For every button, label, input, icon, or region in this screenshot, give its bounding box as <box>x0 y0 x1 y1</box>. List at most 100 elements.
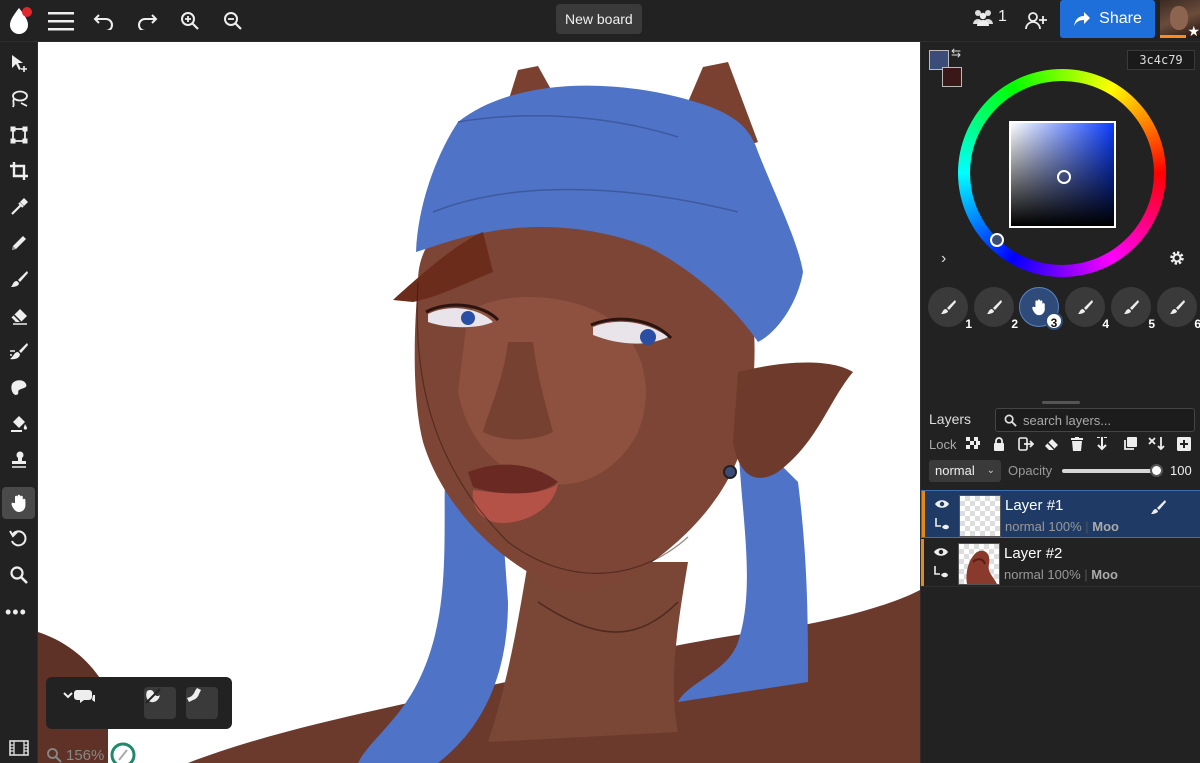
clipping-icon[interactable] <box>933 565 949 584</box>
secondary-color-swatch[interactable] <box>942 67 962 87</box>
layer-thumbnail <box>959 495 1001 537</box>
layer-name: Layer #2 <box>1004 545 1063 562</box>
brush-slot-3[interactable]: 3 <box>1019 287 1063 330</box>
swap-colors-icon[interactable]: ⇆ <box>951 46 961 60</box>
share-icon <box>1074 12 1091 26</box>
add-layer-icon[interactable] <box>1174 435 1194 453</box>
eraser-tool-icon[interactable] <box>2 299 35 331</box>
zoom-out-icon[interactable] <box>217 5 249 37</box>
chevron-right-icon[interactable]: › <box>941 250 946 268</box>
menu-icon[interactable] <box>45 5 77 37</box>
brush-tool-icon[interactable] <box>2 263 35 295</box>
more-tools-icon[interactable]: ••• <box>5 602 27 623</box>
lasso-tool-icon[interactable] <box>2 83 35 115</box>
layer-meta: normal 100% | Moo <box>1005 519 1119 534</box>
brush-icon <box>1150 499 1166 520</box>
call-button[interactable] <box>186 687 218 719</box>
filmstrip-icon[interactable] <box>2 732 35 763</box>
zoom-indicator[interactable]: 156% <box>46 740 138 763</box>
brush-slot-4[interactable]: 4 <box>1065 287 1109 331</box>
brush-slot-5[interactable]: 5 <box>1111 287 1155 331</box>
brush-slot-number: 2 <box>1011 317 1018 331</box>
brush-icon <box>941 300 956 314</box>
opacity-label: Opacity <box>1008 463 1053 478</box>
redo-icon[interactable] <box>131 5 163 37</box>
user-avatar[interactable]: ★ <box>1160 0 1200 38</box>
layer-meta: normal 100% | Moo <box>1004 567 1118 582</box>
app-window: New board 1 Share ★ ••• 156% ⇆ 3c4c79 › … <box>0 0 1200 763</box>
layer-opacity: 100% <box>1047 567 1081 582</box>
zoom-tool-icon[interactable] <box>2 559 35 591</box>
layer-row-2[interactable]: Layer #2 normal 100% | Moo <box>921 539 1200 587</box>
voice-chat-button[interactable] <box>144 687 176 719</box>
phone-icon <box>187 688 201 702</box>
brush-slot-1[interactable]: 1 <box>928 287 972 331</box>
layer-blend: normal <box>1004 567 1044 582</box>
chat-toggle-button[interactable] <box>62 687 95 719</box>
app-logo-icon[interactable] <box>3 5 35 37</box>
hex-color-input[interactable]: 3c4c79 <box>1127 50 1195 70</box>
lock-label: Lock <box>929 437 957 452</box>
layer-thumbnail <box>958 543 1000 585</box>
panel-resize-handle[interactable] <box>1042 401 1080 404</box>
avatar-face <box>1170 6 1188 30</box>
brush-slot-2[interactable]: 2 <box>974 287 1018 331</box>
fill-tool-icon[interactable] <box>2 407 35 439</box>
chevron-down-icon: ⌄ <box>986 465 995 476</box>
blend-mode-select[interactable]: normal ⌄ <box>929 460 1001 482</box>
share-label: Share <box>1099 10 1142 27</box>
delete-layer-icon[interactable] <box>1067 435 1087 453</box>
tool-bar: ••• <box>0 42 38 763</box>
hue-handle[interactable] <box>990 233 1004 247</box>
undo-icon[interactable] <box>88 5 120 37</box>
layer-opacity: 100% <box>1048 519 1082 534</box>
side-panel: ⇆ 3c4c79 › 1 2 3 4 5 6 Layers search lay… <box>920 42 1200 763</box>
clipping-icon[interactable] <box>934 517 950 536</box>
blur-tool-icon[interactable] <box>2 371 35 403</box>
opacity-slider[interactable] <box>1062 469 1156 473</box>
share-button[interactable]: Share <box>1060 0 1155 38</box>
users-icon <box>973 10 993 26</box>
gear-icon[interactable] <box>1169 250 1185 271</box>
brush-slot-6[interactable]: 6 <box>1157 287 1200 331</box>
brush-slot-number: 6 <box>1194 317 1200 331</box>
brush-icon <box>1124 300 1139 314</box>
merge-down-icon[interactable] <box>1092 435 1112 453</box>
saturation-value-handle[interactable] <box>1057 170 1071 184</box>
brush-slot-number: 4 <box>1102 317 1109 331</box>
layer-row-1[interactable]: Layer #1 normal 100% | Moo <box>921 490 1200 538</box>
stamp-tool-icon[interactable] <box>2 443 35 475</box>
invite-user-icon[interactable] <box>1020 5 1052 37</box>
duplicate-layer-icon[interactable] <box>1120 435 1140 453</box>
eye-icon[interactable] <box>933 545 949 563</box>
eyedropper-tool-icon[interactable] <box>2 191 35 223</box>
move-tool-icon[interactable] <box>2 47 35 79</box>
transform-tool-icon[interactable] <box>2 119 35 151</box>
hand-tool-icon[interactable] <box>2 487 35 519</box>
brush-icon <box>987 300 1002 314</box>
eye-icon[interactable] <box>934 497 950 515</box>
brush-icon <box>1170 300 1185 314</box>
lock-transparency-icon[interactable] <box>963 435 983 453</box>
clear-layer-icon[interactable] <box>1042 435 1062 453</box>
brush-slot-number: 1 <box>965 317 972 331</box>
magnifier-icon <box>47 748 62 763</box>
mic-off-icon <box>145 688 161 704</box>
layer-search-field[interactable]: search layers... <box>995 408 1195 432</box>
brush-slot-number: 3 <box>1045 312 1063 330</box>
lock-icon[interactable] <box>989 435 1009 453</box>
opacity-slider-thumb[interactable] <box>1150 464 1163 477</box>
layer-blend: normal <box>1005 519 1045 534</box>
board-title[interactable]: New board <box>556 4 642 34</box>
lock-position-icon[interactable] <box>1016 435 1036 453</box>
drawing-canvas[interactable] <box>38 42 920 763</box>
pencil-tool-icon[interactable] <box>2 227 35 259</box>
crop-tool-icon[interactable] <box>2 155 35 187</box>
users-online[interactable]: 1 <box>972 8 1007 26</box>
flip-layer-icon[interactable] <box>1147 435 1167 453</box>
artwork <box>38 62 920 763</box>
smudge-tool-icon[interactable] <box>2 335 35 367</box>
zoom-in-icon[interactable] <box>174 5 206 37</box>
rotate-tool-icon[interactable] <box>2 523 35 555</box>
layer-name: Layer #1 <box>1005 497 1064 514</box>
